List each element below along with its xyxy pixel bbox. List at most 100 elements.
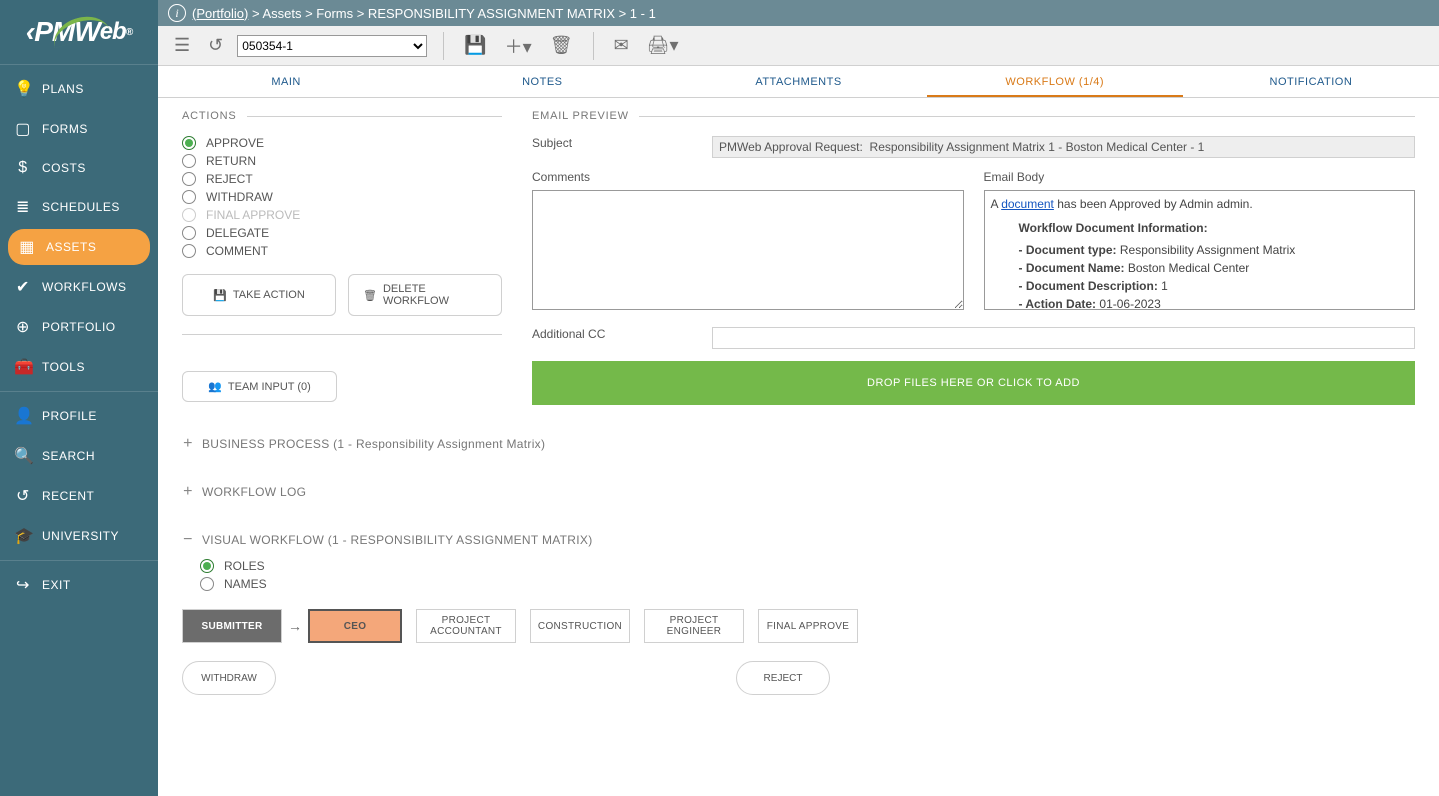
forms-icon: ▢ xyxy=(14,119,32,139)
exit-icon: ↪ xyxy=(14,575,32,595)
plans-icon: 💡 xyxy=(14,79,32,99)
delete-workflow-button[interactable]: 🗑DELETE WORKFLOW xyxy=(348,274,502,316)
comments-label: Comments xyxy=(532,170,964,184)
tabs: MAINNOTESATTACHMENTSWORKFLOW (1/4)NOTIFI… xyxy=(158,66,1439,98)
radio[interactable] xyxy=(182,226,196,240)
email-body-label: Email Body xyxy=(984,170,1416,184)
roles-radio-row[interactable]: ROLES xyxy=(200,559,1415,573)
profile-icon: 👤 xyxy=(14,406,32,426)
action-return[interactable]: RETURN xyxy=(182,154,502,168)
sidebar-item-costs[interactable]: $COSTS xyxy=(0,149,158,187)
people-icon: 👥 xyxy=(208,380,222,393)
breadcrumb: i (Portfolio) > Assets > Forms > RESPONS… xyxy=(158,0,1439,26)
wf-reject[interactable]: REJECT xyxy=(736,661,830,695)
add-icon[interactable]: ＋▾ xyxy=(501,33,536,59)
university-icon: 🎓 xyxy=(14,526,32,546)
sidebar-item-profile[interactable]: 👤PROFILE xyxy=(0,396,158,436)
radio[interactable] xyxy=(182,190,196,204)
logo: ‹PMWeb® xyxy=(0,0,158,64)
document-link[interactable]: document xyxy=(1001,197,1054,211)
wf-construction[interactable]: CONSTRUCTION xyxy=(530,609,630,643)
additional-cc-label: Additional CC xyxy=(532,327,702,341)
list-icon[interactable]: ☰ xyxy=(170,35,194,56)
save-icon[interactable]: 💾 xyxy=(460,35,490,56)
delete-icon[interactable]: 🗑 xyxy=(546,35,577,56)
action-withdraw[interactable]: WITHDRAW xyxy=(182,190,502,204)
wf-project-accountant[interactable]: PROJECT ACCOUNTANT xyxy=(416,609,516,643)
costs-icon: $ xyxy=(14,159,32,177)
trash-small-icon: 🗑 xyxy=(363,289,377,302)
sidebar-item-plans[interactable]: 💡PLANS xyxy=(0,69,158,109)
email-info-item: - Action Date: 01-06-2023 xyxy=(1019,295,1409,310)
sidebar: ‹PMWeb® 💡PLANS▢FORMS$COSTS≣SCHEDULES▦ASS… xyxy=(0,0,158,796)
additional-cc-input[interactable] xyxy=(712,327,1415,349)
search-icon: 🔍 xyxy=(14,446,32,466)
assets-icon: ▦ xyxy=(18,237,36,257)
wf-project-engineer[interactable]: PROJECT ENGINEER xyxy=(644,609,744,643)
sidebar-item-exit[interactable]: ↪EXIT xyxy=(0,565,158,605)
info-icon[interactable]: i xyxy=(168,4,186,22)
radio[interactable] xyxy=(182,244,196,258)
sidebar-item-assets[interactable]: ▦ASSETS xyxy=(8,229,150,265)
names-radio[interactable] xyxy=(200,577,214,591)
names-radio-row[interactable]: NAMES xyxy=(200,577,1415,591)
workflow-log-expander[interactable]: + WORKFLOW LOG xyxy=(182,483,1415,501)
main-area: i (Portfolio) > Assets > Forms > RESPONS… xyxy=(158,0,1439,796)
plus-icon: + xyxy=(182,435,194,453)
team-input-button[interactable]: 👥TEAM INPUT (0) xyxy=(182,371,337,402)
breadcrumb-rest: > Assets > Forms > RESPONSIBILITY ASSIGN… xyxy=(248,6,655,21)
sidebar-item-schedules[interactable]: ≣SCHEDULES xyxy=(0,187,158,227)
plus-icon: + xyxy=(182,483,194,501)
action-final-approve: FINAL APPROVE xyxy=(182,208,502,222)
action-approve[interactable]: APPROVE xyxy=(182,136,502,150)
tab-notes[interactable]: NOTES xyxy=(414,66,670,97)
wf-submitter[interactable]: SUBMITTER xyxy=(182,609,282,643)
radio[interactable] xyxy=(182,172,196,186)
history-icon[interactable]: ↺ xyxy=(204,35,227,56)
email-body: A document has been Approved by Admin ad… xyxy=(984,190,1416,310)
toolbar: ☰ ↺ 050354-1 💾 ＋▾ 🗑 ✉ 🖨▾ xyxy=(158,26,1439,66)
radio xyxy=(182,208,196,222)
visual-workflow-expander[interactable]: − VISUAL WORKFLOW (1 - RESPONSIBILITY AS… xyxy=(182,531,1415,549)
wf-withdraw[interactable]: WITHDRAW xyxy=(182,661,276,695)
sidebar-item-tools[interactable]: 🧰TOOLS xyxy=(0,347,158,387)
wf-final-approve[interactable]: FINAL APPROVE xyxy=(758,609,858,643)
action-reject[interactable]: REJECT xyxy=(182,172,502,186)
business-process-expander[interactable]: + BUSINESS PROCESS (1 - Responsibility A… xyxy=(182,435,1415,453)
email-info-item: - Document type: Responsibility Assignme… xyxy=(1019,241,1409,259)
recent-icon: ↺ xyxy=(14,486,32,506)
radio[interactable] xyxy=(182,154,196,168)
tab-workflow-1-4-[interactable]: WORKFLOW (1/4) xyxy=(927,66,1183,97)
email-icon[interactable]: ✉ xyxy=(610,35,633,56)
breadcrumb-portfolio[interactable]: (Portfolio) xyxy=(192,6,248,21)
sidebar-item-portfolio[interactable]: ⊕PORTFOLIO xyxy=(0,307,158,347)
print-icon[interactable]: 🖨▾ xyxy=(643,35,683,56)
roles-radio[interactable] xyxy=(200,559,214,573)
email-info-item: - Document Name: Boston Medical Center xyxy=(1019,259,1409,277)
radio[interactable] xyxy=(182,136,196,150)
action-comment[interactable]: COMMENT xyxy=(182,244,502,258)
sidebar-item-search[interactable]: 🔍SEARCH xyxy=(0,436,158,476)
subject-label: Subject xyxy=(532,136,702,150)
sidebar-item-recent[interactable]: ↺RECENT xyxy=(0,476,158,516)
content: ACTIONS APPROVERETURNREJECTWITHDRAWFINAL… xyxy=(158,98,1439,796)
email-preview-heading: EMAIL PREVIEW xyxy=(532,110,1415,122)
tab-notification[interactable]: NOTIFICATION xyxy=(1183,66,1439,97)
comments-textarea[interactable] xyxy=(532,190,964,310)
portfolio-icon: ⊕ xyxy=(14,317,32,337)
tab-attachments[interactable]: ATTACHMENTS xyxy=(670,66,926,97)
tab-main[interactable]: MAIN xyxy=(158,66,414,97)
sidebar-item-workflows[interactable]: ✔WORKFLOWS xyxy=(0,267,158,307)
file-dropzone[interactable]: DROP FILES HERE OR CLICK TO ADD xyxy=(532,361,1415,405)
wf-ceo[interactable]: CEO xyxy=(308,609,402,643)
take-action-button[interactable]: 💾TAKE ACTION xyxy=(182,274,336,316)
action-delegate[interactable]: DELEGATE xyxy=(182,226,502,240)
save-small-icon: 💾 xyxy=(213,289,227,302)
email-info-item: - Document Description: 1 xyxy=(1019,277,1409,295)
sidebar-item-university[interactable]: 🎓UNIVERSITY xyxy=(0,516,158,556)
sidebar-item-forms[interactable]: ▢FORMS xyxy=(0,109,158,149)
arrow-icon: → xyxy=(288,618,302,634)
subject-input[interactable] xyxy=(712,136,1415,158)
minus-icon: − xyxy=(182,531,194,549)
record-select[interactable]: 050354-1 xyxy=(237,35,427,57)
